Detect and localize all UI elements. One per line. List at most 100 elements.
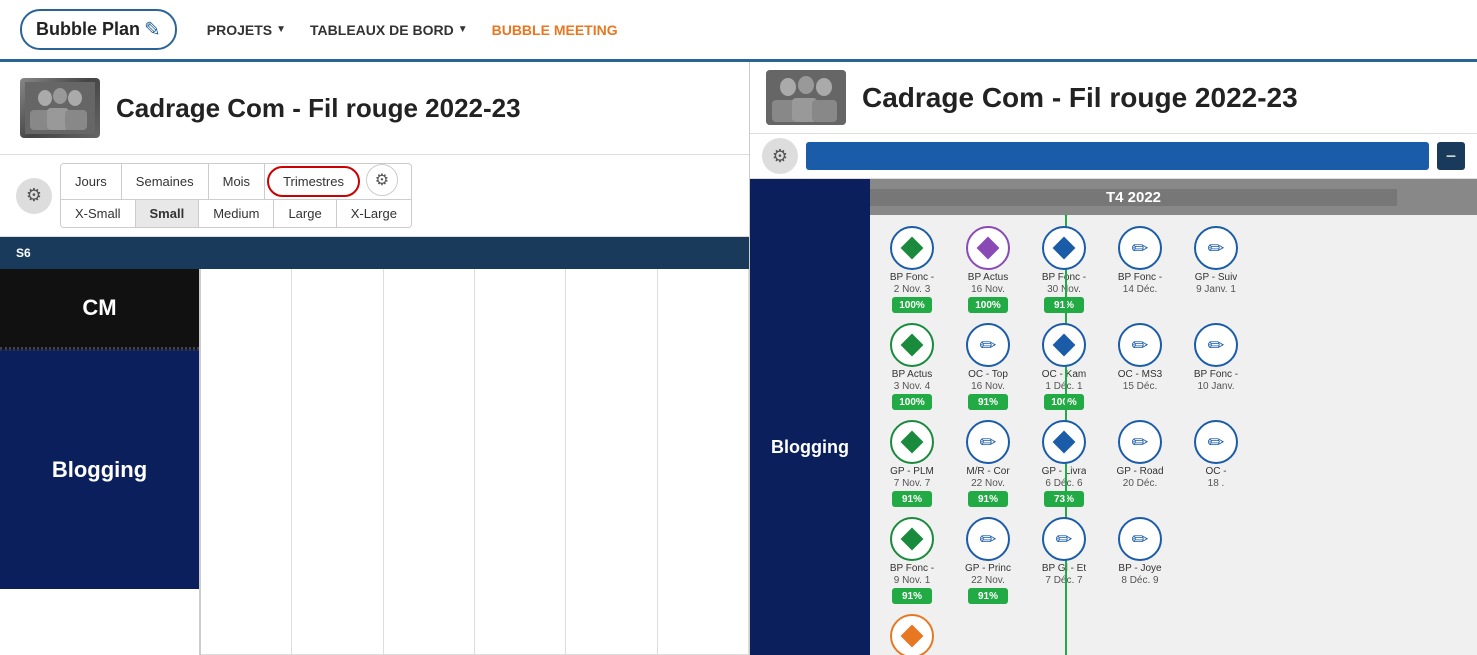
task-date-15: 18 . bbox=[1208, 478, 1225, 489]
task-gp-princ[interactable]: ✏ GP - Princ 22 Nov. 91% bbox=[952, 517, 1024, 604]
grid-cell-6 bbox=[658, 269, 749, 655]
task-date-10: 10 Janv. bbox=[1197, 381, 1234, 392]
logo-text: Bubble Plan bbox=[36, 19, 140, 40]
tasks-area[interactable]: BP Fonc - 2 Nov. 3 100% BP Actus 16 Nov.… bbox=[870, 215, 1477, 655]
left-project-title: Cadrage Com - Fil rouge 2022-23 bbox=[116, 93, 521, 124]
left-toolbar: ⚙ Jours Semaines Mois Trimestres ⚙ X-Sma… bbox=[0, 155, 749, 237]
nav-projets[interactable]: PROJETS ▼ bbox=[207, 22, 286, 38]
task-icon-12: ✏ bbox=[966, 420, 1010, 464]
task-mr-top[interactable]: M/R - Top 10 Nov. 91% bbox=[876, 614, 948, 655]
task-gp-suiv[interactable]: ✏ GP - Suiv 9 Janv. 1 bbox=[1180, 226, 1252, 313]
task-progress-11: 91% bbox=[892, 491, 932, 507]
edit-icon-10: ✏ bbox=[1208, 333, 1225, 358]
edit-blue-icon: ✏ bbox=[1132, 236, 1149, 261]
diamond-green-4 bbox=[901, 528, 924, 551]
task-label-16: BP Fonc - bbox=[890, 563, 934, 575]
nav-tableaux[interactable]: TABLEAUX DE BORD ▼ bbox=[310, 22, 468, 38]
task-date-5: 9 Janv. 1 bbox=[1196, 284, 1236, 295]
view-semaines-button[interactable]: Semaines bbox=[122, 164, 209, 199]
view-trimestres-button[interactable]: Trimestres bbox=[267, 166, 360, 197]
task-label-2: BP Actus bbox=[968, 272, 1008, 284]
task-bp-fonc-3[interactable]: ✏ BP Fonc - 14 Déc. bbox=[1104, 226, 1176, 313]
tasks-row-2: BP Actus 3 Nov. 4 100% ✏ OC - Top 16 Nov… bbox=[874, 320, 1473, 413]
quarter-t4-label: T4 2022 bbox=[870, 189, 1397, 206]
task-icon-14: ✏ bbox=[1118, 420, 1162, 464]
size-large-button[interactable]: Large bbox=[274, 200, 336, 227]
task-bp-joye[interactable]: ✏ BP - Joye 8 Déc. 9 bbox=[1104, 517, 1176, 604]
task-label-11: GP - PLM bbox=[890, 466, 934, 478]
right-gear-button[interactable]: ⚙ bbox=[762, 138, 798, 174]
zoom-out-button[interactable]: − bbox=[1437, 142, 1465, 170]
timeline-sidebar: CM Blogging bbox=[0, 269, 200, 655]
edit-icon-18: ✏ bbox=[1056, 527, 1073, 552]
size-xsmall-button[interactable]: X-Small bbox=[61, 200, 136, 227]
task-label-18: BP Gl - Et bbox=[1042, 563, 1086, 575]
right-sidebar: Blogging bbox=[750, 179, 870, 655]
right-timeline-content: T4 2022 bbox=[870, 179, 1477, 655]
left-gear-button[interactable]: ⚙ bbox=[16, 178, 52, 214]
task-icon-19: ✏ bbox=[1118, 517, 1162, 561]
task-oc-right[interactable]: ✏ OC - 18 . bbox=[1180, 420, 1252, 507]
timeline-grid bbox=[200, 269, 749, 655]
task-oc-ms3[interactable]: ✏ OC - MS3 15 Déc. bbox=[1104, 323, 1176, 410]
task-progress-12: 91% bbox=[968, 491, 1008, 507]
task-date-14: 20 Déc. bbox=[1123, 478, 1157, 489]
edit-icon-12: ✏ bbox=[980, 430, 997, 455]
task-icon-2 bbox=[966, 226, 1010, 270]
task-icon-17: ✏ bbox=[966, 517, 1010, 561]
task-label-8: OC - Kam bbox=[1042, 369, 1086, 381]
size-small-button[interactable]: Small bbox=[136, 200, 200, 227]
task-bp-fonc-4[interactable]: ✏ BP Fonc - 10 Janv. bbox=[1180, 323, 1252, 410]
right-sidebar-blogging-label: Blogging bbox=[750, 239, 870, 655]
task-icon-11 bbox=[890, 420, 934, 464]
diamond-blue-3 bbox=[1053, 431, 1076, 454]
timeline-scroll-bar[interactable] bbox=[806, 142, 1429, 170]
options-gear-button[interactable]: ⚙ bbox=[366, 164, 398, 196]
main-content: Cadrage Com - Fil rouge 2022-23 ⚙ Jours … bbox=[0, 62, 1477, 655]
task-bp-fonc-1[interactable]: BP Fonc - 2 Nov. 3 100% bbox=[876, 226, 948, 313]
task-bp-fonc-2[interactable]: BP Fonc - 30 Nov. 91% bbox=[1028, 226, 1100, 313]
task-progress-3: 91% bbox=[1044, 297, 1084, 313]
task-gp-plm[interactable]: GP - PLM 7 Nov. 7 91% bbox=[876, 420, 948, 507]
task-mr-cor[interactable]: ✏ M/R - Cor 22 Nov. 91% bbox=[952, 420, 1024, 507]
edit-icon-17: ✏ bbox=[980, 527, 997, 552]
task-label-12: M/R - Cor bbox=[966, 466, 1009, 478]
task-date-13: 6 Déc. 6 bbox=[1045, 478, 1082, 489]
nav-bubble-meeting[interactable]: BUBBLE MEETING bbox=[492, 22, 618, 38]
task-date-17: 22 Nov. bbox=[971, 575, 1005, 586]
task-bp-actus-1[interactable]: BP Actus 16 Nov. 100% bbox=[952, 226, 1024, 313]
projets-arrow-icon: ▼ bbox=[276, 24, 286, 35]
task-progress-6: 100% bbox=[892, 394, 932, 410]
task-icon-15: ✏ bbox=[1194, 420, 1238, 464]
task-icon-18: ✏ bbox=[1042, 517, 1086, 561]
view-mois-button[interactable]: Mois bbox=[209, 164, 265, 199]
task-date-6: 3 Nov. 4 bbox=[894, 381, 931, 392]
diamond-green-icon bbox=[901, 237, 924, 260]
task-label-13: GP - Livra bbox=[1042, 466, 1087, 478]
grid-cell-2 bbox=[292, 269, 383, 655]
task-oc-top[interactable]: ✏ OC - Top 16 Nov. 91% bbox=[952, 323, 1024, 410]
task-progress-7: 91% bbox=[968, 394, 1008, 410]
size-view-row: X-Small Small Medium Large X-Large bbox=[61, 200, 411, 227]
task-bp-gl-et[interactable]: ✏ BP Gl - Et 7 Déc. 7 bbox=[1028, 517, 1100, 604]
diamond-orange-icon bbox=[901, 625, 924, 648]
cm-row-label: CM bbox=[0, 269, 199, 349]
task-label-7: OC - Top bbox=[968, 369, 1008, 381]
task-progress-2: 100% bbox=[968, 297, 1008, 313]
size-xlarge-button[interactable]: X-Large bbox=[337, 200, 411, 227]
task-bp-fonc-5[interactable]: BP Fonc - 9 Nov. 1 91% bbox=[876, 517, 948, 604]
right-panel: Cadrage Com - Fil rouge 2022-23 ⚙ − Blog… bbox=[750, 62, 1477, 655]
size-medium-button[interactable]: Medium bbox=[199, 200, 274, 227]
view-jours-button[interactable]: Jours bbox=[61, 164, 122, 199]
task-label-6: BP Actus bbox=[892, 369, 932, 381]
task-label-9: OC - MS3 bbox=[1118, 369, 1162, 381]
task-bp-actus-2[interactable]: BP Actus 3 Nov. 4 100% bbox=[876, 323, 948, 410]
task-gp-livra[interactable]: GP - Livra 6 Déc. 6 73% bbox=[1028, 420, 1100, 507]
diamond-blue-icon bbox=[1053, 237, 1076, 260]
logo-pen-icon: ✎ bbox=[144, 17, 161, 42]
logo[interactable]: Bubble Plan ✎ bbox=[20, 9, 177, 50]
right-project-header: Cadrage Com - Fil rouge 2022-23 bbox=[750, 62, 1477, 134]
task-gp-road[interactable]: ✏ GP - Road 20 Déc. bbox=[1104, 420, 1176, 507]
task-oc-kam[interactable]: OC - Kam 1 Déc. 1 100% bbox=[1028, 323, 1100, 410]
left-project-thumbnail bbox=[20, 78, 100, 138]
